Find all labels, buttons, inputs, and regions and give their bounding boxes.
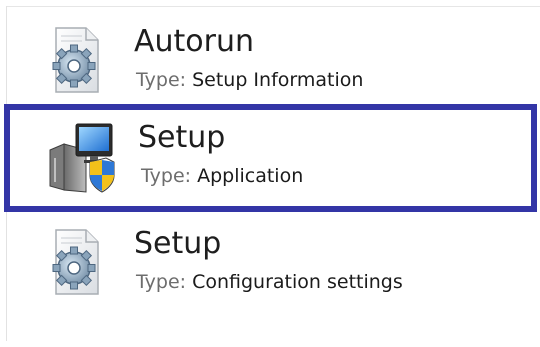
file-name: Setup	[138, 120, 226, 155]
pane-top-divider	[6, 6, 540, 7]
type-label: Type:	[141, 165, 192, 187]
file-name: Autorun	[134, 24, 255, 59]
file-item-setup-config[interactable]: Setup Type: Configuration settings	[26, 212, 526, 306]
file-type: Type: Setup Information	[136, 71, 363, 90]
file-type: Type: Configuration settings	[136, 273, 403, 292]
file-name: Setup	[134, 226, 222, 261]
settings-file-icon	[44, 226, 108, 298]
type-value: Application	[197, 165, 304, 187]
type-value: Configuration settings	[192, 271, 403, 293]
type-label: Type:	[136, 271, 187, 293]
file-type: Type: Application	[141, 167, 303, 186]
installer-app-icon	[46, 120, 118, 194]
file-item-autorun[interactable]: Autorun Type: Setup Information	[26, 10, 526, 104]
file-item-setup-application[interactable]: Setup Type: Application	[4, 104, 537, 212]
type-label: Type:	[136, 69, 187, 91]
file-list-pane: Autorun Type: Setup Information Setup Ty…	[0, 0, 540, 347]
settings-file-icon	[44, 24, 108, 96]
type-value: Setup Information	[192, 69, 364, 91]
